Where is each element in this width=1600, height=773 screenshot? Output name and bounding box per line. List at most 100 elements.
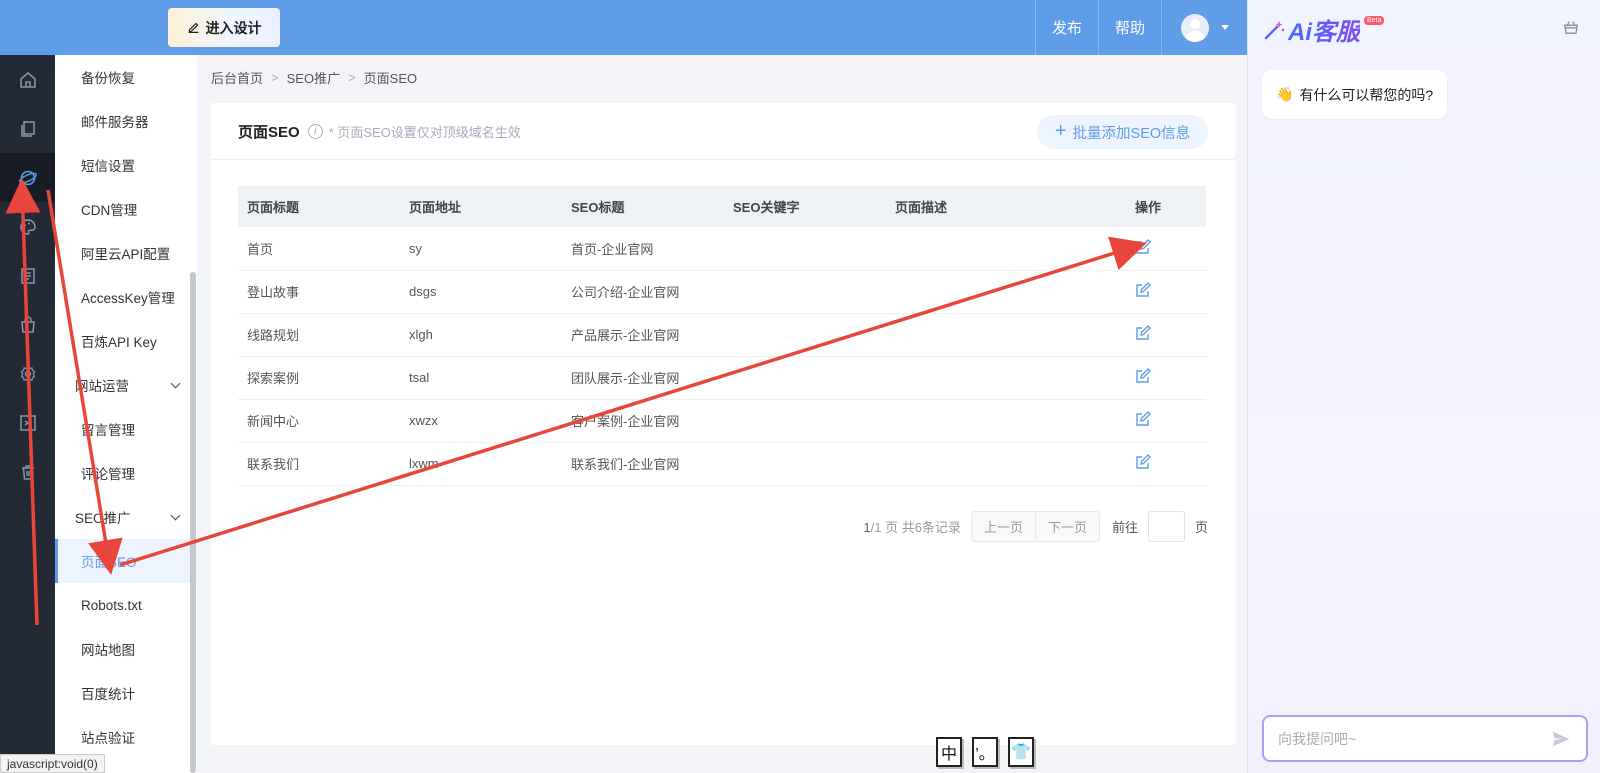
- cell-actions: [1135, 356, 1206, 400]
- menu-messages[interactable]: 留言管理: [55, 407, 197, 451]
- menu-accesskey[interactable]: AccessKey管理: [55, 275, 197, 319]
- info-icon: i: [307, 123, 323, 139]
- edit-icon[interactable]: [1135, 325, 1151, 341]
- menu-page-seo[interactable]: 页面SEO: [55, 539, 197, 583]
- ai-logo-text: Ai客服: [1288, 12, 1360, 47]
- rail-content[interactable]: [0, 251, 55, 300]
- rail-dev[interactable]: [0, 398, 55, 447]
- panel-note: * 页面SEO设置仅对顶级域名生效: [328, 124, 521, 140]
- edit-icon[interactable]: [1135, 368, 1151, 384]
- cell-page-desc: [886, 442, 1135, 486]
- table-row: 探索案例 tsal 团队展示-企业官网: [238, 356, 1206, 400]
- menu-bailian-key[interactable]: 百炼API Key: [55, 319, 197, 363]
- chat-input-box: [1262, 715, 1588, 762]
- enter-design-button[interactable]: 进入设计: [168, 8, 280, 47]
- goto-page-input[interactable]: [1147, 511, 1185, 542]
- top-actions: 发布 帮助: [1034, 0, 1247, 55]
- seo-table: 页面标题 页面地址 SEO标题 SEO关键字 页面描述 操作 首页 sy 首页-…: [238, 186, 1206, 486]
- rail-shop[interactable]: [0, 300, 55, 349]
- menu-site-verify[interactable]: 站点验证: [55, 715, 197, 759]
- edit-icon[interactable]: [1135, 454, 1151, 470]
- cell-actions: [1135, 313, 1206, 357]
- cell-page-url: xwzx: [400, 399, 562, 443]
- rail-home[interactable]: [0, 55, 55, 104]
- page-unit-label: 页: [1194, 520, 1208, 535]
- page-count: 1/1 页 共6条记录: [863, 517, 961, 536]
- rail-trash[interactable]: [0, 447, 55, 496]
- cell-page-title: 线路规划: [238, 313, 400, 357]
- cell-page-title: 新闻中心: [238, 399, 400, 443]
- rail-seo[interactable]: [0, 153, 55, 202]
- help-button[interactable]: 帮助: [1097, 0, 1161, 55]
- breadcrumb-current: 页面SEO: [363, 71, 418, 86]
- globe-icon: [18, 170, 37, 185]
- menu-group-seo[interactable]: SEO推广: [55, 495, 197, 539]
- menu-baidu-stats[interactable]: 百度统计: [55, 671, 197, 715]
- chevron-down-icon: [170, 510, 181, 520]
- menu-comments[interactable]: 评论管理: [55, 451, 197, 495]
- next-page-button[interactable]: 下一页: [1034, 512, 1099, 541]
- greeting-text: 有什么可以帮您的吗?: [1299, 86, 1434, 103]
- user-menu[interactable]: [1161, 0, 1247, 55]
- publish-button[interactable]: 发布: [1034, 0, 1098, 55]
- table-row: 线路规划 xlgh 产品展示-企业官网: [238, 313, 1206, 357]
- menu-mail-server[interactable]: 邮件服务器: [55, 99, 197, 143]
- menu-sitemap[interactable]: 网站地图: [55, 627, 197, 671]
- palette-icon: [19, 218, 36, 235]
- breadcrumb-seo[interactable]: SEO推广: [287, 68, 340, 87]
- edit-icon[interactable]: [1135, 282, 1151, 298]
- cell-page-url: lxwm: [400, 442, 562, 486]
- menu-robots[interactable]: Robots.txt: [55, 583, 197, 627]
- cell-seo-keywords: [724, 356, 886, 400]
- batch-add-seo-button[interactable]: + 批量添加SEO信息: [1037, 115, 1208, 149]
- basket-icon[interactable]: [1562, 18, 1580, 36]
- cell-seo-title: 首页-企业官网: [562, 227, 724, 271]
- prev-page-button[interactable]: 上一页: [971, 512, 1035, 541]
- chevron-down-icon: [170, 378, 181, 388]
- menu-backup[interactable]: 备份恢复: [55, 55, 197, 99]
- rail-settings[interactable]: [0, 349, 55, 398]
- pencil-icon: [188, 22, 198, 33]
- ime-lang-toggle[interactable]: 中: [936, 737, 962, 767]
- send-icon[interactable]: [1550, 728, 1572, 750]
- edit-icon[interactable]: [1135, 238, 1151, 255]
- icon-rail: [0, 55, 55, 773]
- breadcrumb: 后台首页 > SEO推广 > 页面SEO: [211, 68, 417, 87]
- menu-aliyun-api[interactable]: 阿里云API配置: [55, 231, 197, 275]
- cell-page-url: sy: [400, 227, 562, 271]
- total-pages: /1 页: [870, 520, 899, 535]
- breadcrumb-home[interactable]: 后台首页: [211, 68, 263, 87]
- menu-sms[interactable]: 短信设置: [55, 143, 197, 187]
- gear-icon: [20, 364, 35, 383]
- document-icon: [20, 267, 35, 284]
- top-bar: 进入设计 发布 帮助: [0, 0, 1247, 55]
- ime-punctuation-toggle[interactable]: ’。: [972, 737, 998, 767]
- menu-cdn[interactable]: CDN管理: [55, 187, 197, 231]
- cell-seo-title: 客户案例-企业官网: [562, 399, 724, 443]
- table-row: 联系我们 lxwm 联系我们-企业官网: [238, 442, 1206, 486]
- cell-page-title: 联系我们: [238, 442, 400, 486]
- wave-icon: 👋: [1276, 86, 1294, 102]
- cell-seo-title: 公司介绍-企业官网: [562, 270, 724, 314]
- col-page-title: 页面标题: [238, 186, 400, 227]
- page-title: 页面SEO: [238, 123, 300, 141]
- ime-skin-button[interactable]: 👕: [1008, 737, 1034, 767]
- rail-theme[interactable]: [0, 202, 55, 251]
- cell-page-url: dsgs: [400, 270, 562, 314]
- cell-seo-keywords: [724, 227, 886, 271]
- chat-input[interactable]: [1278, 730, 1550, 747]
- cell-seo-title: 团队展示-企业官网: [562, 356, 724, 400]
- table-row: 登山故事 dsgs 公司介绍-企业官网: [238, 270, 1206, 314]
- pager-buttons: 上一页 下一页: [970, 511, 1100, 542]
- breadcrumb-separator: >: [348, 70, 356, 85]
- page-seo-panel: 页面SEO i * 页面SEO设置仅对顶级域名生效 + 批量添加SEO信息 页面…: [211, 103, 1235, 745]
- menu-group-site-ops[interactable]: 网站运营: [55, 363, 197, 407]
- ime-toolbar: 中 ’。 👕: [936, 737, 1034, 767]
- cell-page-desc: [886, 227, 1135, 271]
- magic-wand-icon: [1264, 20, 1285, 39]
- cell-seo-keywords: [724, 399, 886, 443]
- rail-pages[interactable]: [0, 104, 55, 153]
- batch-add-label: 批量添加SEO信息: [1072, 125, 1191, 142]
- edit-icon[interactable]: [1135, 411, 1151, 427]
- submenu-scrollbar[interactable]: [190, 272, 196, 773]
